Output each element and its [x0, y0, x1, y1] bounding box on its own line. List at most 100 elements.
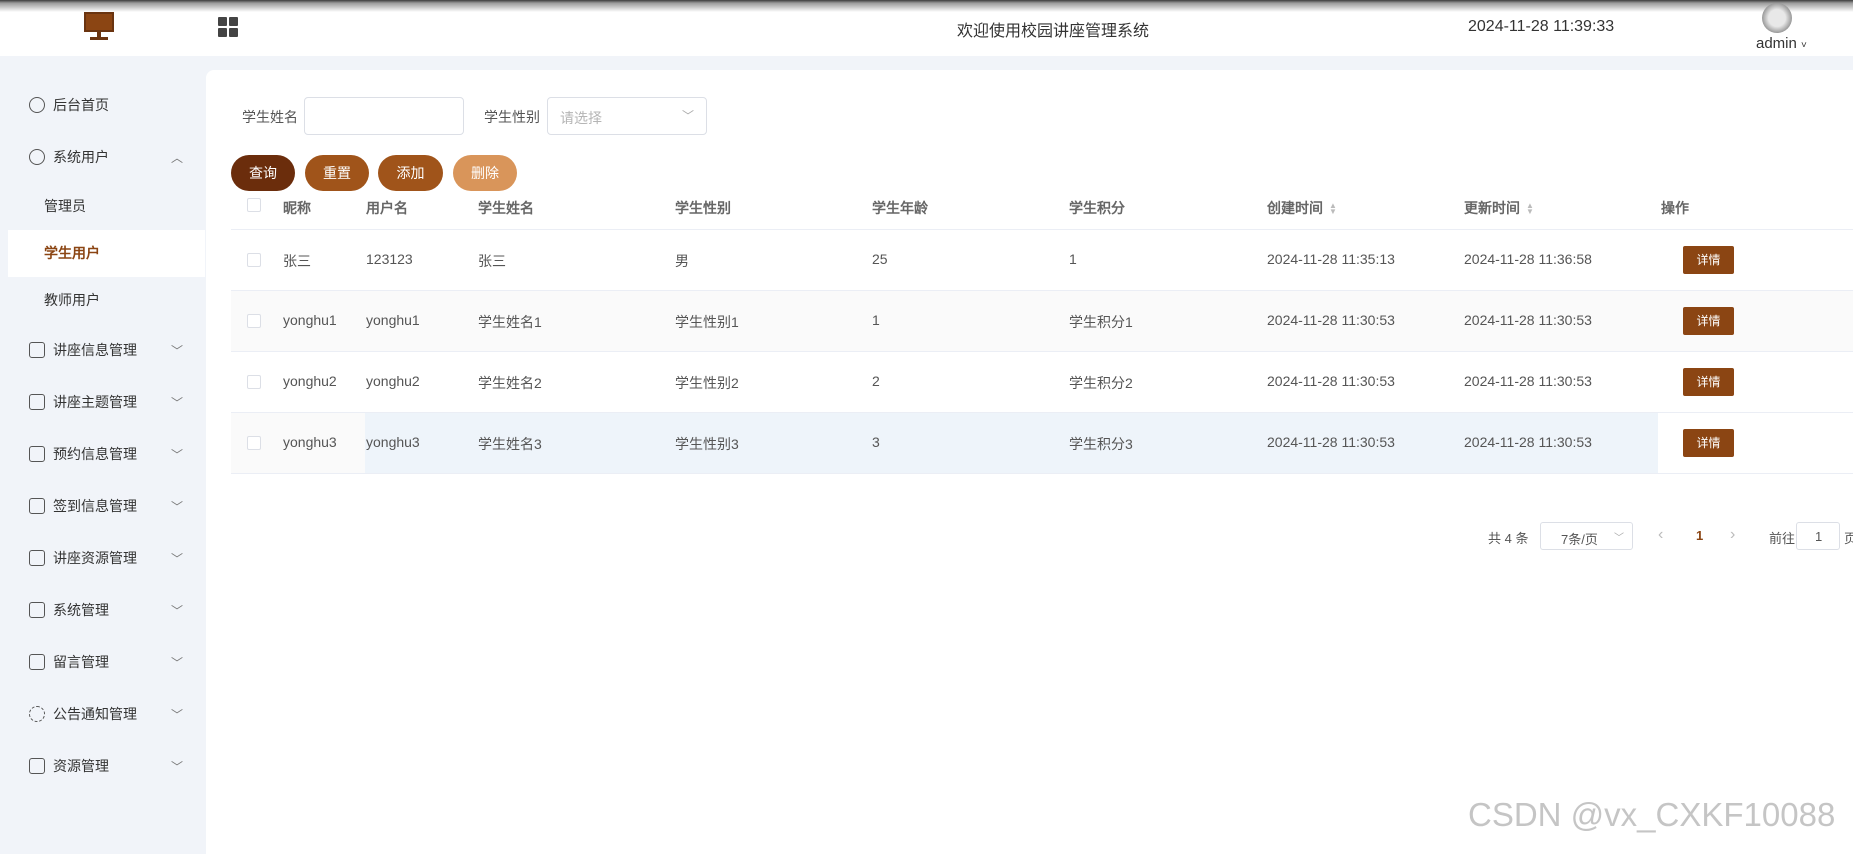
pagination-total: 共 4 条 [1488, 531, 1529, 546]
goto-label: 前往 [1769, 531, 1796, 546]
sidebar-item-booking[interactable]: 预约信息管理 ﹀ [0, 428, 205, 480]
sidebar-item-lecture-info[interactable]: 讲座信息管理 ﹀ [0, 324, 205, 376]
goto-page-input[interactable]: 1 [1796, 522, 1840, 550]
chevron-down-icon: ﹀ [170, 551, 183, 566]
goto-page-value: 1 [1815, 529, 1823, 544]
cell-student-age: 1 [872, 312, 880, 328]
username: admin [1756, 35, 1797, 52]
watermark: CSDN @vx_CXKF10088 [1468, 796, 1836, 833]
cell-student-gender: 学生性别3 [675, 436, 739, 452]
sidebar-subitem-teacher-users[interactable]: 教师用户 [8, 277, 205, 324]
column-header: 学生积分 [1069, 200, 1125, 216]
sidebar-item-system-users[interactable]: 系统用户 ︿ [0, 131, 205, 183]
sidebar-item-checkin[interactable]: 签到信息管理 ﹀ [0, 480, 205, 532]
student-gender-select[interactable]: 请选择 ﹀ [547, 97, 707, 135]
sidebar-subitem-admin[interactable]: 管理员 [8, 183, 205, 230]
sidebar-item-system-manage[interactable]: 系统管理 ﹀ [0, 584, 205, 636]
sidebar-item-label: 系统用户 [53, 149, 109, 165]
dashboard-icon [29, 97, 45, 113]
detail-button[interactable]: 详情 [1683, 246, 1734, 274]
cell-student-points: 学生积分1 [1069, 314, 1133, 330]
sidebar-item-label: 后台首页 [53, 97, 109, 113]
student-name-input[interactable] [304, 97, 464, 135]
cell-username: yonghu2 [366, 373, 420, 389]
sidebar-item-lecture-resource[interactable]: 讲座资源管理 ﹀ [0, 532, 205, 584]
card-icon [29, 550, 45, 566]
cell-student-age: 3 [872, 434, 880, 450]
card-icon [29, 394, 45, 410]
table-row: yonghu2 yonghu2 学生姓名2 学生性别2 2 学生积分2 2024… [231, 352, 1853, 413]
current-datetime: 2024-11-28 11:39:33 [1468, 18, 1615, 35]
next-page-icon[interactable]: › [1730, 526, 1735, 544]
cell-created-at: 2024-11-28 11:30:53 [1267, 434, 1395, 450]
sidebar-item-label: 签到信息管理 [53, 498, 137, 514]
cell-username: 123123 [366, 251, 413, 267]
cell-student-age: 2 [872, 373, 880, 389]
select-all-checkbox[interactable] [247, 198, 261, 212]
sidebar: 后台首页 系统用户 ︿ 管理员 学生用户 教师用户 讲座信息管理 ﹀ 讲座主题管… [0, 56, 205, 854]
sidebar-item-announcements[interactable]: 公告通知管理 ﹀ [0, 688, 205, 740]
row-checkbox[interactable] [247, 253, 261, 267]
cell-student-name: 学生姓名3 [478, 436, 542, 452]
loading-icon [29, 706, 45, 722]
prev-page-icon[interactable]: ‹ [1658, 526, 1663, 544]
sort-icon[interactable]: ▲ ▼ [1329, 202, 1337, 216]
cell-student-points: 学生积分3 [1069, 436, 1133, 452]
student-gender-label: 学生性别 [484, 109, 540, 125]
table-row-hovered: yonghu3 yonghu3 学生姓名3 学生性别3 3 学生积分3 2024… [231, 413, 1853, 474]
cell-updated-at: 2024-11-28 11:30:53 [1464, 434, 1592, 450]
cell-username: yonghu3 [366, 434, 420, 450]
row-checkbox[interactable] [247, 375, 261, 389]
row-checkbox[interactable] [247, 436, 261, 450]
sidebar-item-label: 预约信息管理 [53, 446, 137, 462]
cell-student-name: 张三 [478, 253, 506, 269]
cell-student-age: 25 [872, 251, 888, 267]
cell-created-at: 2024-11-28 11:30:53 [1267, 373, 1395, 389]
cell-student-points: 1 [1069, 251, 1077, 267]
cell-nickname: 张三 [283, 253, 311, 269]
cell-updated-at: 2024-11-28 11:36:58 [1464, 251, 1592, 267]
cell-updated-at: 2024-11-28 11:30:53 [1464, 373, 1592, 389]
chevron-down-icon: ﹀ [170, 343, 183, 358]
page-size-select[interactable]: 7条/页 ﹀ [1540, 522, 1633, 550]
column-header-sortable[interactable]: 更新时间 ▲ ▼ [1464, 198, 1534, 218]
sidebar-item-messages[interactable]: 留言管理 ﹀ [0, 636, 205, 688]
chevron-down-icon: ﹀ [170, 707, 183, 722]
sort-icon[interactable]: ▲ ▼ [1526, 202, 1534, 216]
detail-button[interactable]: 详情 [1683, 307, 1734, 335]
detail-button[interactable]: 详情 [1683, 368, 1734, 396]
avatar[interactable] [1762, 3, 1792, 33]
chevron-up-icon: ︿ [170, 150, 183, 165]
cell-created-at: 2024-11-28 11:35:13 [1267, 251, 1395, 267]
sidebar-item-label: 系统管理 [53, 602, 109, 618]
chevron-down-icon: ﹀ [681, 109, 694, 123]
column-header-sortable[interactable]: 创建时间 ▲ ▼ [1267, 198, 1337, 218]
table-row: 张三 123123 张三 男 25 1 2024-11-28 11:35:13 … [231, 230, 1853, 291]
row-checkbox[interactable] [247, 314, 261, 328]
card-icon [29, 342, 45, 358]
column-header: 用户名 [366, 200, 408, 216]
column-header: 学生姓名 [478, 200, 534, 216]
chevron-down-icon: ﹀ [170, 447, 183, 462]
sidebar-item-home[interactable]: 后台首页 [0, 79, 205, 131]
table-row: yonghu1 yonghu1 学生姓名1 学生性别1 1 学生积分1 2024… [231, 291, 1853, 352]
select-placeholder: 请选择 [560, 110, 602, 126]
cell-student-points: 学生积分2 [1069, 375, 1133, 391]
chevron-down-icon: ﹀ [170, 655, 183, 670]
chevron-down-icon: ﹀ [1614, 533, 1624, 544]
chevron-down-icon: ﹀ [170, 603, 183, 618]
sidebar-item-label: 讲座信息管理 [53, 342, 137, 358]
detail-button[interactable]: 详情 [1683, 429, 1734, 457]
sidebar-item-resources[interactable]: 资源管理 ﹀ [0, 740, 205, 792]
sidebar-item-lecture-topic[interactable]: 讲座主题管理 ﹀ [0, 376, 205, 428]
cell-nickname: yonghu3 [283, 434, 337, 450]
student-name-label: 学生姓名 [242, 109, 298, 125]
cell-student-name: 学生姓名2 [478, 375, 542, 391]
cell-nickname: yonghu2 [283, 373, 337, 389]
user-menu[interactable]: admin ˅ [1756, 35, 1807, 52]
sidebar-subitem-student-users[interactable]: 学生用户 [8, 230, 205, 277]
column-header: 学生性别 [675, 200, 731, 216]
cell-student-gender: 学生性别2 [675, 375, 739, 391]
page-number-current[interactable]: 1 [1696, 528, 1703, 543]
sidebar-item-label: 资源管理 [53, 758, 109, 774]
